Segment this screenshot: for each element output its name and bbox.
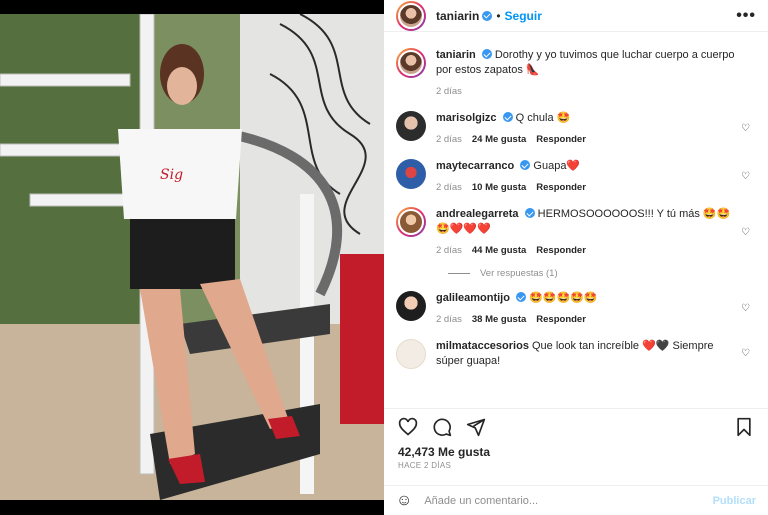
comment-username[interactable]: andrealegarreta [436, 208, 519, 220]
reply-button[interactable]: Responder [536, 180, 586, 195]
like-heart-icon[interactable] [398, 417, 418, 437]
svg-text:Sig: Sig [160, 167, 183, 183]
follow-button[interactable]: Seguir [505, 9, 542, 23]
like-comment-icon[interactable]: ♡ [741, 227, 750, 238]
like-comment-icon[interactable]: ♡ [741, 171, 750, 182]
emoji-icon[interactable]: ☺ [396, 492, 412, 510]
separator-dot: • [496, 8, 501, 23]
comment-username[interactable]: milmataccesorios [436, 340, 529, 352]
verified-icon [481, 49, 492, 59]
caption-row: taniarin Dorothy y yo tuvimos que luchar… [396, 36, 756, 99]
comment-row: milmataccesorios Que look tan increíble … [396, 327, 756, 369]
comment-row: maytecarranco Guapa❤️ 2 días 10 Me gusta… [396, 147, 756, 195]
comment-text: Q chula 🤩 [515, 112, 571, 124]
verified-icon [524, 208, 535, 218]
comment-likes[interactable]: 24 Me gusta [472, 132, 526, 147]
verified-icon [502, 112, 513, 122]
likes-count[interactable]: 42,473 Me gusta [384, 445, 768, 459]
comment-likes[interactable]: 10 Me gusta [472, 180, 526, 195]
caption-avatar[interactable] [396, 48, 426, 78]
post-timestamp: HACE 2 DÍAS [398, 461, 452, 470]
comment-row: galileamontijo 🤩🤩🤩🤩🤩 2 días 38 Me gusta … [396, 279, 756, 327]
share-icon[interactable] [466, 417, 486, 437]
caption-text: Dorothy y yo tuvimos que luchar cuerpo a… [436, 49, 735, 76]
like-comment-icon[interactable]: ♡ [741, 123, 750, 134]
publish-button[interactable]: Publicar [713, 495, 756, 507]
comment-row: marisolgizc Q chula 🤩 2 días 24 Me gusta… [396, 99, 756, 147]
view-replies-label[interactable]: Ver respuestas (1) [480, 268, 558, 279]
comment-age[interactable]: 2 días [436, 132, 462, 147]
verified-icon [516, 292, 527, 302]
reply-button[interactable]: Responder [536, 243, 586, 258]
post-photo: Sig [0, 14, 384, 500]
verified-icon [482, 10, 493, 21]
commenter-avatar[interactable] [396, 159, 426, 189]
reply-button[interactable]: Responder [536, 312, 586, 327]
comment-username[interactable]: galileamontijo [436, 292, 510, 304]
commenter-avatar[interactable] [396, 291, 426, 321]
comment-icon[interactable] [432, 417, 452, 437]
comment-age[interactable]: 2 días [436, 312, 462, 327]
comment-text: 🤩🤩🤩🤩🤩 [529, 292, 598, 304]
comment-likes[interactable]: 38 Me gusta [472, 312, 526, 327]
view-replies-button[interactable]: Ver respuestas (1) [448, 268, 756, 279]
more-options-icon[interactable]: ••• [736, 7, 756, 25]
reply-button[interactable]: Responder [536, 132, 586, 147]
comment-likes[interactable]: 44 Me gusta [472, 243, 526, 258]
comments-list[interactable]: taniarin Dorothy y yo tuvimos que luchar… [384, 36, 768, 408]
comment-input[interactable]: Añade un comentario... [424, 495, 712, 507]
like-comment-icon[interactable]: ♡ [741, 303, 750, 314]
comment-age[interactable]: 2 días [436, 243, 462, 258]
comment-username[interactable]: marisolgizc [436, 112, 497, 124]
instagram-post-viewer: Sig taniarin • Seguir ••• taniarin Dorot… [0, 0, 768, 515]
verified-icon [520, 160, 531, 170]
commenter-avatar[interactable] [396, 339, 426, 369]
author-avatar[interactable] [396, 0, 426, 31]
post-header: taniarin • Seguir ••• [384, 0, 768, 32]
commenter-avatar[interactable] [396, 207, 426, 237]
post-side-panel: taniarin • Seguir ••• taniarin Dorothy y… [384, 0, 768, 515]
post-media[interactable]: Sig [0, 0, 384, 515]
commenter-avatar[interactable] [396, 111, 426, 141]
comment-text: Guapa❤️ [533, 160, 581, 172]
replies-divider [448, 273, 470, 274]
comment-composer: ☺ Añade un comentario... Publicar [384, 485, 768, 515]
comment-username[interactable]: maytecarranco [436, 160, 514, 172]
save-bookmark-icon[interactable] [734, 417, 754, 437]
author-username[interactable]: taniarin [436, 9, 479, 23]
comment-age[interactable]: 2 días [436, 180, 462, 195]
caption-username[interactable]: taniarin [436, 49, 476, 61]
comment-row: andrealegarreta HERMOSOOOOOOS!!! Y tú má… [396, 195, 756, 258]
like-comment-icon[interactable]: ♡ [741, 348, 750, 359]
caption-age[interactable]: 2 días [436, 84, 462, 99]
